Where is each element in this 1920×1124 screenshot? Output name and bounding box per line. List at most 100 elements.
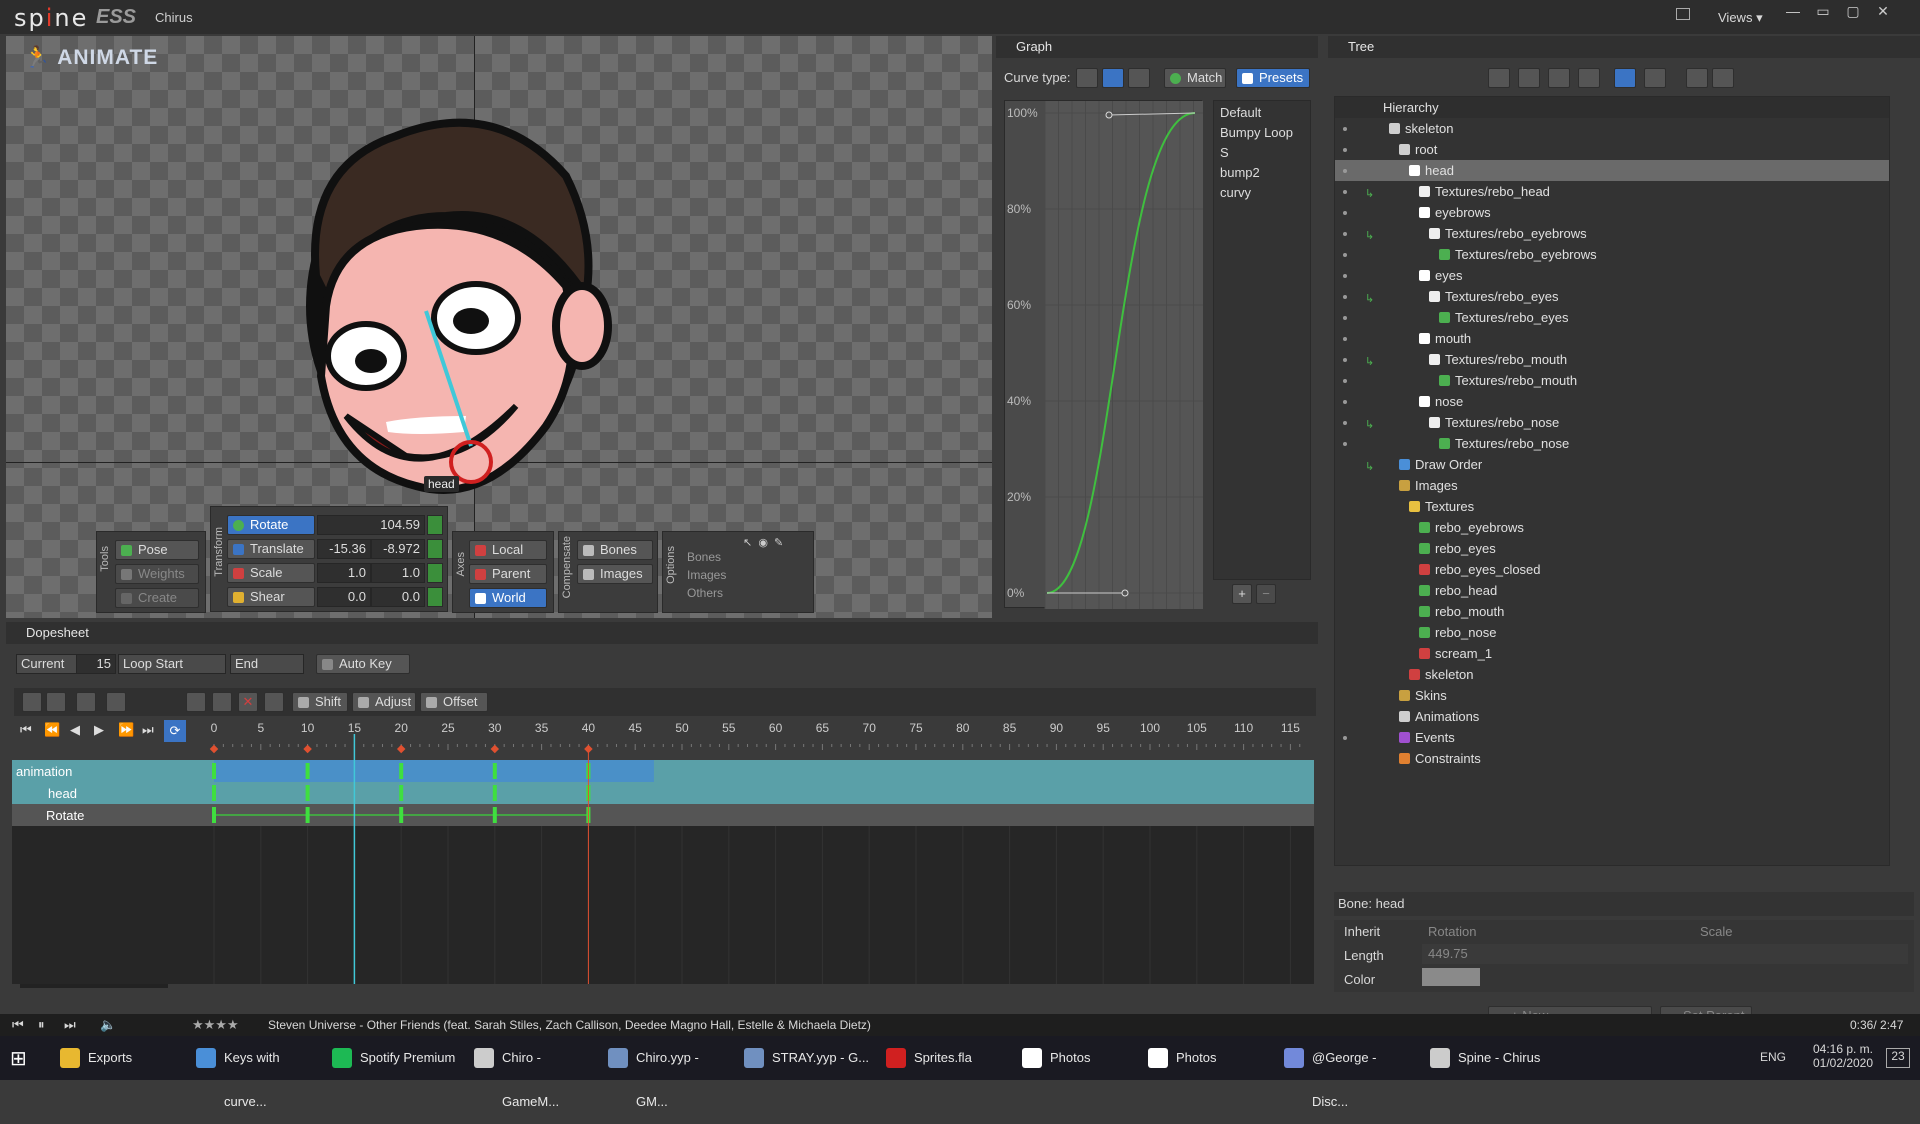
filter-keys-icon[interactable] bbox=[76, 692, 96, 712]
visibility-dot-icon[interactable] bbox=[1343, 253, 1347, 257]
shear-button[interactable]: Shear bbox=[227, 587, 315, 607]
length-field[interactable]: 449.75 bbox=[1422, 944, 1908, 964]
shear-x-field[interactable]: 0.0 bbox=[317, 587, 371, 607]
tree-row[interactable]: ↳ Textures/rebo_eyes bbox=[1335, 286, 1889, 307]
translate-button[interactable]: Translate bbox=[227, 539, 315, 559]
taskbar-app[interactable]: Sprites.fla bbox=[878, 1036, 1008, 1080]
add-preset-button[interactable]: + bbox=[1232, 584, 1252, 604]
tree-row[interactable]: nose bbox=[1335, 391, 1889, 412]
clock[interactable]: 04:16 p. m. 01/02/2020 bbox=[1808, 1042, 1878, 1070]
tree-row[interactable]: head bbox=[1335, 160, 1889, 181]
tree-row[interactable]: mouth bbox=[1335, 328, 1889, 349]
close-icon[interactable]: ✕ bbox=[1868, 0, 1898, 24]
music-prev-icon[interactable]: ⏮ bbox=[12, 1017, 24, 1033]
notification-icon[interactable]: 23 bbox=[1886, 1048, 1910, 1068]
tree-row[interactable]: Skins bbox=[1335, 685, 1889, 706]
taskbar-app[interactable]: Chiro - GameM... bbox=[466, 1036, 594, 1109]
lock-icon[interactable] bbox=[106, 692, 126, 712]
taskbar-app[interactable]: Photos bbox=[1014, 1036, 1134, 1080]
preset-item[interactable]: Default bbox=[1220, 105, 1261, 120]
views-menu[interactable]: Views ▾ bbox=[1718, 10, 1763, 26]
rotate-value[interactable]: 104.59 bbox=[317, 515, 425, 535]
tree-row[interactable]: scream_1 bbox=[1335, 643, 1889, 664]
taskbar-app[interactable]: STRAY.yyp - G... bbox=[736, 1036, 872, 1080]
taskbar-app[interactable]: Keys with curve... bbox=[188, 1036, 318, 1109]
rotate-button[interactable]: Rotate bbox=[227, 515, 315, 535]
visibility-dot-icon[interactable] bbox=[1343, 148, 1347, 152]
music-next-icon[interactable]: ⏭ bbox=[64, 1017, 76, 1033]
auto-key-button[interactable]: Auto Key bbox=[316, 654, 410, 674]
copy-icon[interactable] bbox=[22, 692, 42, 712]
taskbar-app[interactable]: Chiro.yyp - GM... bbox=[600, 1036, 730, 1109]
preset-item[interactable]: S bbox=[1220, 145, 1229, 160]
pose-button[interactable]: Pose bbox=[115, 540, 199, 560]
collapse-icon[interactable] bbox=[1686, 68, 1708, 88]
scale-x-field[interactable]: 1.0 bbox=[317, 563, 371, 583]
tree-row[interactable]: rebo_head bbox=[1335, 580, 1889, 601]
tree-row[interactable]: skeleton bbox=[1335, 664, 1889, 685]
visibility-dot-icon[interactable] bbox=[1343, 169, 1347, 173]
minimize-icon[interactable]: — bbox=[1778, 0, 1808, 24]
tree-row[interactable]: rebo_mouth bbox=[1335, 601, 1889, 622]
timeline[interactable]: 0 5 10 15 20 25 30 35 40 45 50 55 60 65 70 75 80 85 90 95 10… bbox=[12, 720, 1314, 984]
restore-icon[interactable]: ▭ bbox=[1808, 0, 1838, 24]
language-indicator[interactable]: ENG bbox=[1760, 1050, 1786, 1064]
project-name[interactable]: Chirus bbox=[155, 10, 193, 25]
maximize-icon[interactable]: ▢ bbox=[1838, 0, 1868, 24]
curve-stepped-icon[interactable] bbox=[1128, 68, 1150, 88]
adjust-button[interactable]: Adjust bbox=[352, 692, 416, 712]
tree-row[interactable]: Textures/rebo_nose bbox=[1335, 433, 1889, 454]
tree-row[interactable]: Textures bbox=[1335, 496, 1889, 517]
tree-row[interactable]: rebo_eyes bbox=[1335, 538, 1889, 559]
world-axes-button[interactable]: World bbox=[469, 588, 547, 608]
tree-row[interactable]: ↳ Textures/rebo_nose bbox=[1335, 412, 1889, 433]
tree-row[interactable]: Animations bbox=[1335, 706, 1889, 727]
paste-icon[interactable] bbox=[46, 692, 66, 712]
compensate-bones-button[interactable]: Bones bbox=[577, 540, 653, 560]
end-field[interactable]: End bbox=[230, 654, 304, 674]
visibility-dot-icon[interactable] bbox=[1343, 400, 1347, 404]
offset-button[interactable]: Offset bbox=[420, 692, 488, 712]
volume-icon[interactable]: 🔈 bbox=[100, 1017, 116, 1033]
visibility-dot-icon[interactable] bbox=[1343, 337, 1347, 341]
create-button[interactable]: Create bbox=[115, 588, 199, 608]
scale-button[interactable]: Scale bbox=[227, 563, 315, 583]
translate-x-field[interactable]: -15.36 bbox=[317, 539, 371, 559]
tree-row[interactable]: ↳ Draw Order bbox=[1335, 454, 1889, 475]
taskbar-app[interactable]: Spotify Premium bbox=[324, 1036, 460, 1080]
visibility-dot-icon[interactable] bbox=[1343, 421, 1347, 425]
duplicate-icon[interactable] bbox=[186, 692, 206, 712]
windows-start-icon[interactable]: ⊞ bbox=[10, 1046, 34, 1070]
rotate-key-icon[interactable] bbox=[427, 515, 443, 535]
tree-row[interactable]: skeleton bbox=[1335, 118, 1889, 139]
shear-key-icon[interactable] bbox=[427, 587, 443, 607]
translate-key-icon[interactable] bbox=[427, 539, 443, 559]
inherit-rotation-checkbox[interactable]: Rotation bbox=[1428, 924, 1476, 939]
tree-row[interactable]: eyebrows bbox=[1335, 202, 1889, 223]
visibility-dot-icon[interactable] bbox=[1343, 442, 1347, 446]
curve-linear-icon[interactable] bbox=[1076, 68, 1098, 88]
tree-row[interactable]: Textures/rebo_eyebrows bbox=[1335, 244, 1889, 265]
tree-row[interactable]: Constraints bbox=[1335, 748, 1889, 769]
hierarchy-tree[interactable]: Hierarchy skeleton root head ↳ Textures/rebo… bbox=[1334, 96, 1890, 866]
viewport[interactable]: 🏃 ANIMATE head Tools Pose Weights Create… bbox=[6, 36, 992, 618]
local-axes-button[interactable]: Local bbox=[469, 540, 547, 560]
taskbar-app[interactable]: Spine - Chirus bbox=[1422, 1036, 1552, 1080]
tree-row[interactable]: Events bbox=[1335, 727, 1889, 748]
visibility-dot-icon[interactable] bbox=[1343, 190, 1347, 194]
color-swatch[interactable] bbox=[1422, 968, 1480, 986]
visibility-dot-icon[interactable] bbox=[1343, 736, 1347, 740]
shift-button[interactable]: Shift bbox=[292, 692, 348, 712]
tree-row[interactable]: rebo_eyebrows bbox=[1335, 517, 1889, 538]
inherit-scale-checkbox[interactable]: Scale bbox=[1700, 924, 1733, 939]
pen-tool-icon[interactable] bbox=[1548, 68, 1570, 88]
match-button[interactable]: Match bbox=[1164, 68, 1226, 88]
loop-start-field[interactable]: Loop Start bbox=[118, 654, 226, 674]
tree-row[interactable]: rebo_eyes_closed bbox=[1335, 559, 1889, 580]
visibility-dot-icon[interactable] bbox=[1343, 379, 1347, 383]
curve-svg[interactable]: 100% 80% 60% 40% 20% 0% bbox=[1005, 101, 1203, 609]
visibility-dot-icon[interactable] bbox=[1343, 127, 1347, 131]
taskbar-app[interactable]: Photos bbox=[1140, 1036, 1270, 1080]
visibility-dot-icon[interactable] bbox=[1343, 358, 1347, 362]
tree-row[interactable]: ↳ Textures/rebo_mouth bbox=[1335, 349, 1889, 370]
